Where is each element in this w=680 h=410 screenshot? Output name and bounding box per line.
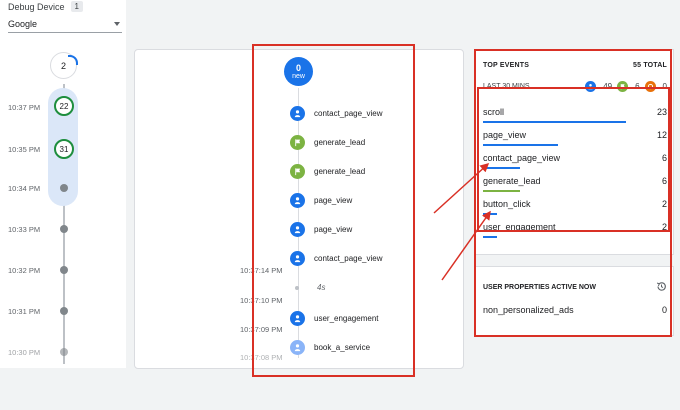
minute-dot[interactable] xyxy=(60,307,68,315)
debug-device-count-badge: 1 xyxy=(70,1,83,12)
debug-device-header: Debug Device 1 xyxy=(8,1,83,12)
minute-dot[interactable] xyxy=(60,184,68,192)
minute-count-current[interactable]: 2 xyxy=(50,52,78,79)
minutes-panel: Debug Device 1 Google 2 10:37 PM 22 10:3… xyxy=(0,0,126,368)
minute-time-label: 10:31 PM xyxy=(8,307,41,316)
minute-dot[interactable] xyxy=(60,266,68,274)
chevron-down-icon xyxy=(114,22,120,26)
device-select-value: Google xyxy=(8,19,38,29)
debug-device-label: Debug Device xyxy=(8,1,65,12)
debugview-screen: Debug Device 1 Google 2 10:37 PM 22 10:3… xyxy=(0,0,680,410)
minute-time-label: 10:35 PM xyxy=(8,145,41,154)
minute-time-label: 10:32 PM xyxy=(8,266,41,275)
minute-count-bubble[interactable]: 31 xyxy=(54,139,74,159)
minute-time-label: 10:37 PM xyxy=(8,103,41,112)
minute-time-label: 10:30 PM xyxy=(8,348,41,357)
annotation-box-top-events xyxy=(477,87,670,232)
minute-dot[interactable] xyxy=(60,225,68,233)
device-select[interactable]: Google xyxy=(8,16,122,33)
minute-time-label: 10:34 PM xyxy=(8,184,41,193)
minute-count-bubble[interactable]: 22 xyxy=(54,96,74,116)
minute-time-label: 10:33 PM xyxy=(8,225,41,234)
annotation-box-stream xyxy=(252,44,415,377)
minute-dot[interactable] xyxy=(60,348,68,356)
